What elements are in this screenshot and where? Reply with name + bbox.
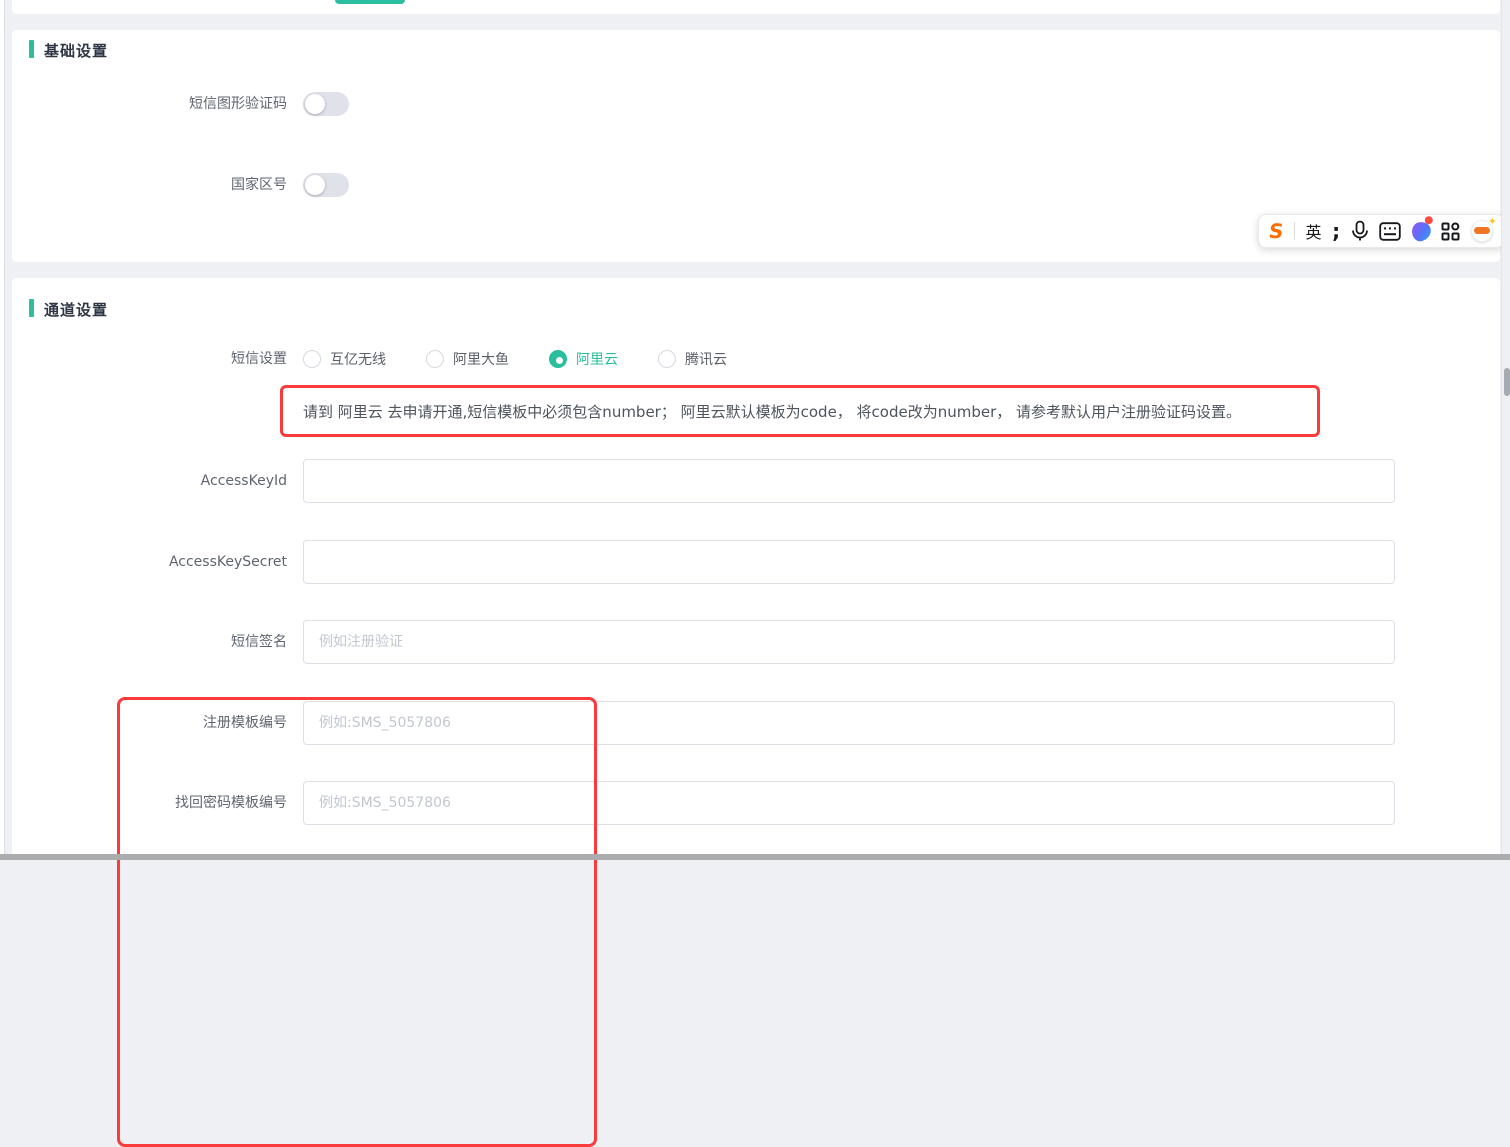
aliyun-notice-annotation-box: 请到 阿里云 去申请开通,短信模板中必须包含number； 阿里云默认模板为co… <box>280 385 1320 437</box>
microphone-icon[interactable] <box>1351 220 1369 242</box>
aliyun-notice-text: 请到 阿里云 去申请开通,短信模板中必须包含number； 阿里云默认模板为co… <box>283 401 1241 422</box>
toggle-label-country-code: 国家区号 <box>12 177 287 193</box>
radio-circle-selected-icon <box>549 350 567 368</box>
accesskeyid-input[interactable] <box>303 459 1395 503</box>
section-accent-bar <box>29 40 34 58</box>
section-accent-bar <box>29 299 34 317</box>
radio-option-alidayu[interactable]: 阿里大鱼 <box>426 349 509 369</box>
vertical-scrollbar-thumb[interactable] <box>1504 368 1510 396</box>
section-title-channel: 通道设置 <box>44 299 108 320</box>
field-label-register-template: 注册模板编号 <box>12 715 287 731</box>
register-template-input[interactable] <box>303 701 1395 745</box>
radio-option-aliyun[interactable]: 阿里云 <box>549 349 618 369</box>
section-title-basic: 基础设置 <box>44 40 108 61</box>
sms-signature-input[interactable] <box>303 620 1395 664</box>
ime-language-indicator[interactable]: 英 <box>1306 219 1322 243</box>
field-label-accesskeysecret: AccessKeySecret <box>12 554 287 570</box>
channel-settings-card: 通道设置 短信设置 互亿无线 阿里大鱼 阿里云 腾讯云 请到 阿里云 去申请开通… <box>12 278 1500 860</box>
password-recovery-template-input[interactable] <box>303 781 1395 825</box>
keyboard-icon[interactable] <box>1379 222 1401 241</box>
punctuation-icon[interactable]: ; <box>1332 221 1340 241</box>
left-page-edge <box>0 0 5 860</box>
notification-dot <box>1425 216 1433 224</box>
radio-circle-icon <box>426 350 444 368</box>
bottom-scrollbar[interactable] <box>0 854 1510 860</box>
radio-circle-icon <box>658 350 676 368</box>
skin-icon[interactable] <box>1412 222 1431 241</box>
save-button[interactable] <box>335 0 405 4</box>
previous-card-bottom <box>12 0 1500 14</box>
ime-toolbar: S 英 ; ✦ <box>1258 214 1504 248</box>
radio-circle-icon <box>303 350 321 368</box>
field-label-accesskeyid: AccessKeyId <box>12 473 287 489</box>
ime-divider <box>1294 222 1295 240</box>
toggle-country-code[interactable] <box>303 173 349 197</box>
radio-option-tencent[interactable]: 腾讯云 <box>658 349 727 369</box>
sms-provider-radio-group: 互亿无线 阿里大鱼 阿里云 腾讯云 <box>303 349 767 369</box>
sparkle-icon: ✦ <box>1488 215 1497 228</box>
radio-option-huyi[interactable]: 互亿无线 <box>303 349 386 369</box>
toggle-sms-captcha[interactable] <box>303 92 349 116</box>
toggle-label-sms-captcha: 短信图形验证码 <box>12 96 287 112</box>
assistant-face <box>1474 227 1490 234</box>
radio-group-label: 短信设置 <box>12 351 287 367</box>
field-label-sms-signature: 短信签名 <box>12 634 287 650</box>
accesskeysecret-input[interactable] <box>303 540 1395 584</box>
template-fields-annotation-box <box>117 697 597 1147</box>
field-label-password-recovery-template: 找回密码模板编号 <box>12 795 287 811</box>
toolbox-grid-icon[interactable] <box>1441 222 1460 241</box>
vertical-scrollbar-track[interactable] <box>1501 0 1510 860</box>
assistant-icon[interactable]: ✦ <box>1471 220 1493 242</box>
sogou-logo-icon[interactable]: S <box>1268 221 1285 241</box>
